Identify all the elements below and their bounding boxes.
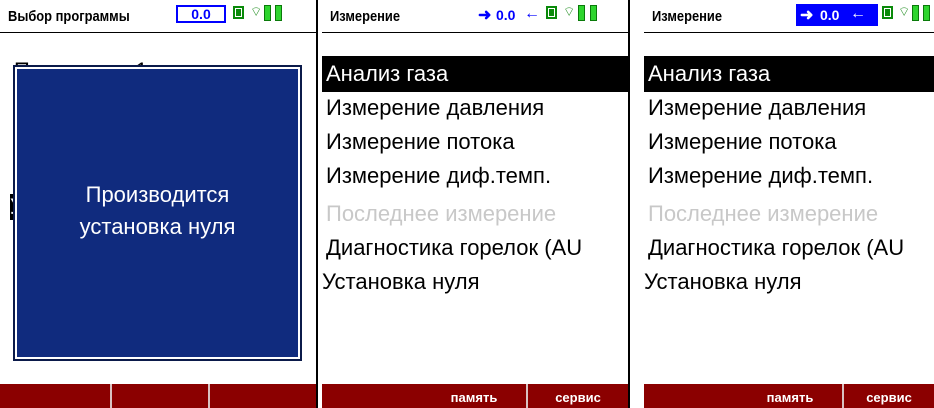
dialog-line-2: установка нуля: [79, 214, 236, 239]
zeroing-dialog: Производится установка нуля: [13, 65, 302, 361]
signal-icon: ⌔: [563, 4, 576, 19]
battery-icon: [912, 5, 919, 21]
service-button[interactable]: сервис: [528, 384, 628, 408]
header-value: 0.0: [496, 7, 516, 23]
function-key-1[interactable]: [644, 384, 738, 408]
device-icon: [546, 6, 557, 19]
battery-icon: [923, 5, 930, 21]
header-value: 0.0: [176, 5, 226, 23]
menu-item-pressure[interactable]: Измерение давления: [322, 90, 628, 126]
menu-item-pressure[interactable]: Измерение давления: [644, 90, 934, 126]
header-title: Измерение: [652, 8, 723, 25]
battery-icon: [590, 5, 597, 21]
menu-item-last-measurement: Последнее измерение: [648, 201, 879, 226]
menu-item-flow[interactable]: Измерение потока: [644, 124, 934, 160]
status-header: Измерение ➜ 0.0 ← ⌔: [644, 0, 934, 33]
device-icon: [882, 6, 893, 19]
menu-item-flow[interactable]: Измерение потока: [322, 124, 628, 160]
arrow-left-icon: ←: [850, 5, 866, 22]
memory-button[interactable]: память: [738, 384, 842, 408]
function-key-2[interactable]: [112, 384, 208, 408]
function-bar: память сервис: [322, 384, 628, 408]
divider: [628, 0, 630, 408]
battery-icon: [275, 5, 282, 21]
menu-item-diff-temp[interactable]: Измерение диф.темп.: [322, 158, 628, 194]
header-value: 0.0: [820, 7, 840, 23]
function-key-1[interactable]: [0, 384, 110, 408]
menu-item-burner-diagnostics[interactable]: Диагностика горелок (AU: [322, 230, 628, 266]
service-button[interactable]: сервис: [844, 384, 934, 408]
function-bar: [0, 384, 316, 408]
menu-item-diff-temp[interactable]: Измерение диф.темп.: [644, 158, 934, 194]
menu-item-gas-analysis[interactable]: Анализ газа: [322, 56, 628, 92]
screen-program-select: Выбор программы 0.0 ⌔ Программа 1 П П П …: [0, 0, 316, 408]
arrow-left-icon: ←: [524, 5, 540, 22]
screen-measurement-menu: Измерение ➜ 0.0 ← ⌔ Анализ газа Измерени…: [644, 0, 934, 408]
menu-item-burner-diagnostics[interactable]: Диагностика горелок (AU: [644, 230, 934, 266]
arrow-right-icon: ➜: [478, 7, 492, 24]
function-key-3[interactable]: [210, 384, 316, 408]
header-title: Измерение: [330, 8, 401, 25]
menu-item-zeroing[interactable]: Установка нуля: [644, 264, 934, 300]
divider: [316, 0, 318, 408]
menu-item-last-measurement: Последнее измерение: [326, 201, 557, 226]
battery-icon: [264, 5, 271, 21]
dialog-message: Производится установка нуля: [17, 179, 298, 243]
function-key-1[interactable]: [322, 384, 422, 408]
battery-icon: [578, 5, 585, 21]
screen-measurement-menu: Измерение ➜ 0.0 ← ⌔ Анализ газа Измерени…: [322, 0, 628, 408]
signal-icon: ⌔: [250, 4, 263, 19]
device-icon: [233, 6, 244, 19]
memory-button[interactable]: память: [422, 384, 526, 408]
menu-item-gas-analysis[interactable]: Анализ газа: [644, 56, 934, 92]
function-bar: память сервис: [644, 384, 934, 408]
menu-item-zeroing[interactable]: Установка нуля: [322, 264, 628, 300]
status-header: Измерение ➜ 0.0 ← ⌔: [322, 0, 628, 33]
status-header: Выбор программы 0.0 ⌔: [0, 0, 316, 33]
header-title: Выбор программы: [8, 8, 130, 25]
signal-icon: ⌔: [898, 4, 911, 19]
dialog-line-1: Производится: [85, 182, 230, 207]
arrow-right-icon: ➜: [800, 7, 814, 24]
